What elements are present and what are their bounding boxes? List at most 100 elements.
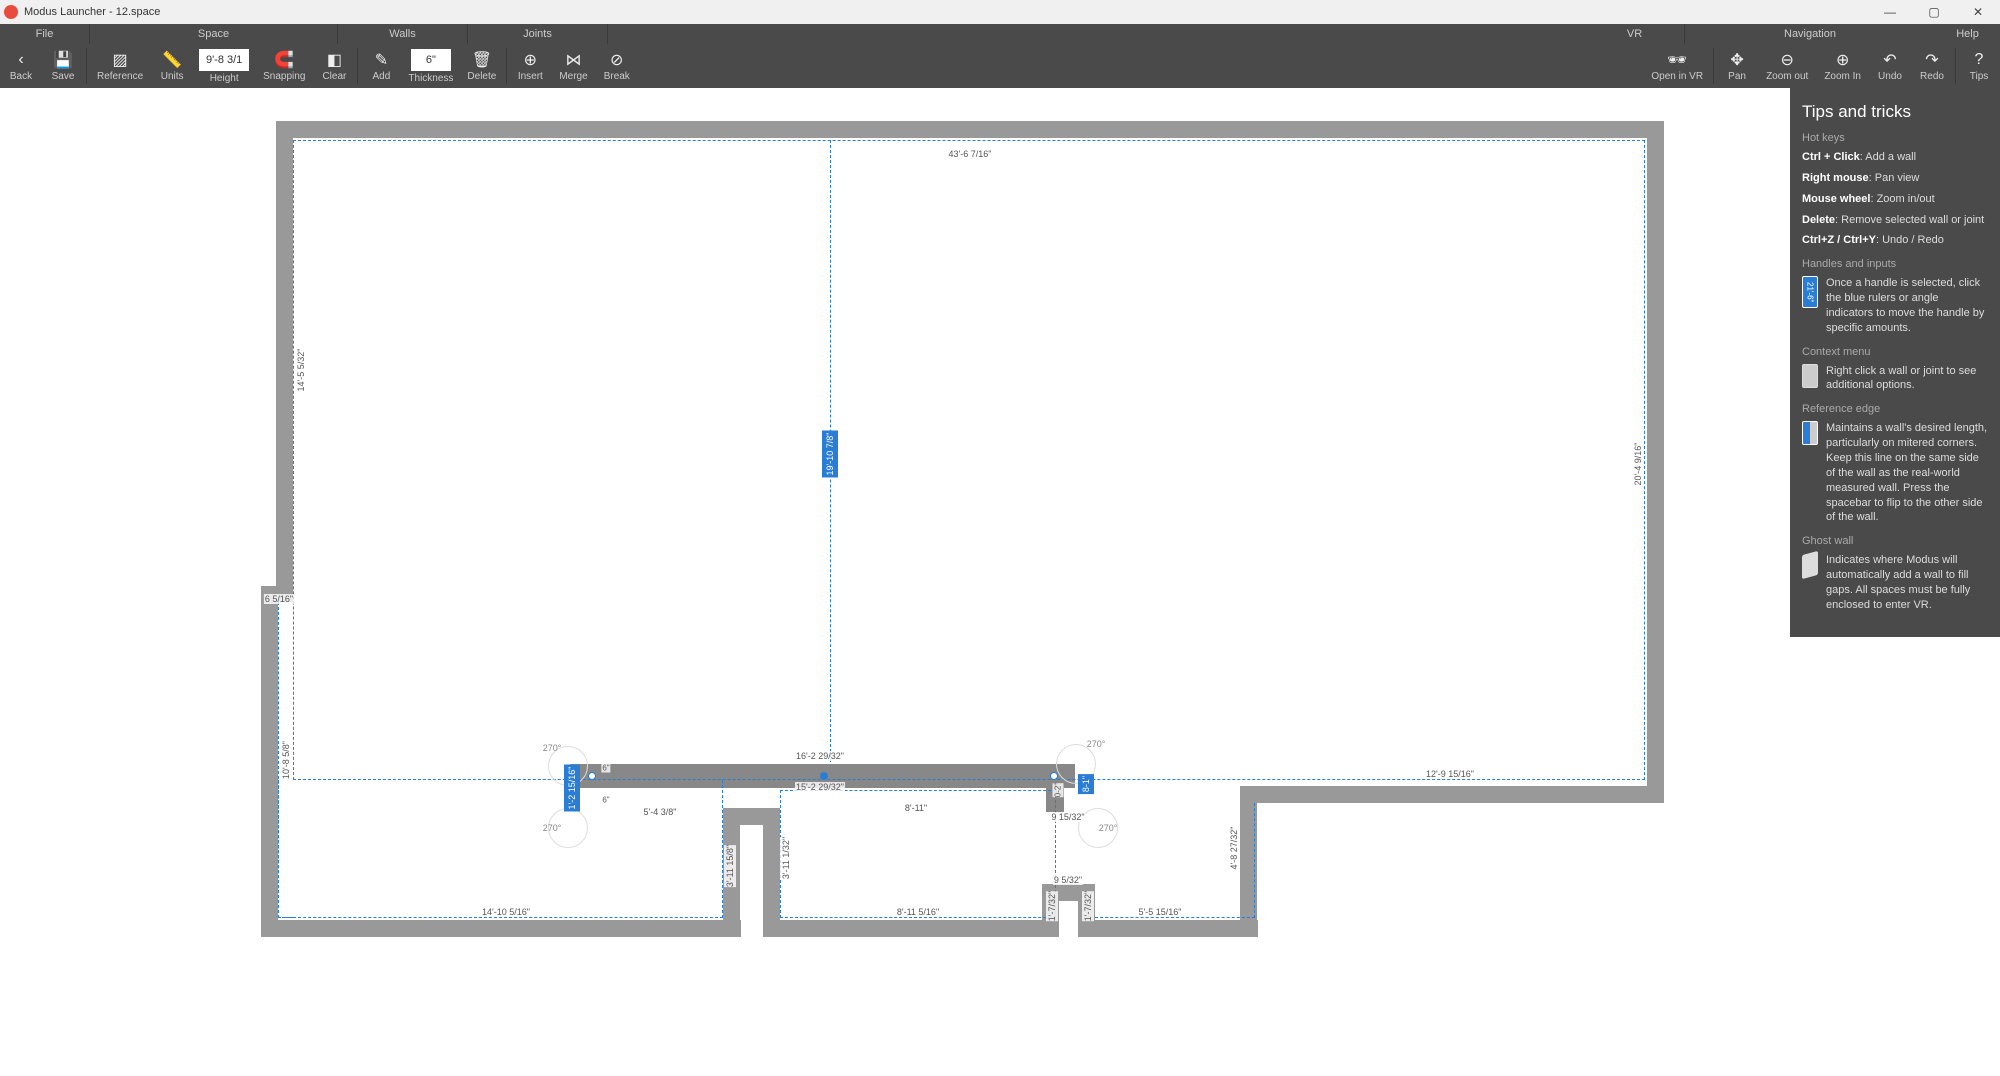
dim-int-left[interactable]: 5'-4 3/8" (643, 807, 678, 817)
wall-right[interactable] (1647, 121, 1664, 803)
handles-row: 21'-6" Once a handle is selected, click … (1802, 276, 1988, 335)
close-button[interactable]: ✕ (1956, 0, 2000, 24)
wall-bottom-right[interactable] (1240, 786, 1664, 803)
redo-icon: ↷ (1925, 50, 1938, 70)
wall-col-mid[interactable] (763, 808, 780, 937)
clear-button[interactable]: ◧Clear (313, 44, 355, 88)
dim-r-step[interactable]: 9 5/32" (1053, 875, 1083, 885)
height-field[interactable]: Height (193, 49, 255, 84)
zoom-in-button[interactable]: ⊕Zoom In (1816, 44, 1869, 88)
handles-heading: Handles and inputs (1802, 258, 1988, 270)
hotkey-delete: Delete: Remove selected wall or joint (1802, 213, 1988, 228)
dim-a2[interactable]: 0-2" (1053, 783, 1064, 797)
dim-bot-l[interactable]: 14'-10 5/16" (481, 907, 531, 917)
dim-int-top[interactable]: 16'-2 29/32" (795, 751, 845, 761)
wall-left-upper[interactable] (276, 121, 293, 600)
back-button[interactable]: ‹Back (0, 44, 42, 88)
hotkey-zoom: Mouse wheel: Zoom in/out (1802, 192, 1988, 207)
dim-int-mid[interactable]: 8'-11" (904, 803, 928, 813)
dim-sel-r[interactable]: 8-1" (1078, 774, 1094, 794)
context-thumb-icon (1802, 364, 1818, 388)
dim-colR[interactable]: 4'-8 27/32" (1228, 827, 1240, 870)
handle-start[interactable] (588, 772, 596, 780)
hotkey-undo: Ctrl+Z / Ctrl+Y: Undo / Redo (1802, 233, 1988, 248)
zoom-out-button[interactable]: ⊖Zoom out (1758, 44, 1816, 88)
wall-bottom-mid2[interactable] (1078, 920, 1258, 937)
menu-space: Space (90, 24, 338, 44)
pencil-icon: ✎ (375, 50, 388, 70)
dim-right[interactable]: 20'-4 9/16" (1632, 443, 1644, 486)
zoom-out-icon: ⊖ (1780, 50, 1793, 70)
window-title: Modus Launcher - 12.space (24, 6, 160, 18)
thickness-field[interactable]: Thickness (402, 49, 459, 84)
ruler-room-bl[interactable] (278, 780, 723, 918)
dim-colM[interactable]: 3'-11 1/32" (780, 837, 792, 879)
dim-top[interactable]: 43'-6 7/16" (948, 149, 993, 159)
wall-left-lower[interactable] (261, 586, 278, 936)
thickness-input[interactable] (411, 49, 451, 71)
dim-bot-r[interactable]: 5'-5 15/16" (1138, 907, 1183, 917)
zoom-in-icon: ⊕ (1836, 50, 1849, 70)
menubar: File Space Walls Joints VR Navigation He… (0, 24, 2000, 44)
wall-bottom-mid[interactable] (763, 920, 1058, 937)
tips-button[interactable]: ?Tips (1958, 44, 2000, 88)
delete-button[interactable]: 🗑Delete (459, 44, 504, 88)
minimize-button[interactable]: — (1868, 0, 1912, 24)
break-icon: ⊘ (610, 50, 623, 70)
dim-left-jog[interactable]: 6 5/16" (264, 594, 294, 604)
vr-icon: 🕶 (1667, 50, 1687, 70)
handle-mid[interactable] (820, 772, 828, 780)
handle-end[interactable] (1050, 772, 1058, 780)
dim-int-below[interactable]: 15'-2 29/32" (795, 782, 845, 792)
angle-br: 270° (1099, 823, 1118, 833)
snapping-button[interactable]: 🧲Snapping (255, 44, 313, 88)
ghost-row: Indicates where Modus will automatically… (1802, 553, 1988, 612)
undo-button[interactable]: ↶Undo (1869, 44, 1911, 88)
reference-text: Maintains a wall's desired length, parti… (1826, 421, 1988, 525)
dim-left-lower[interactable]: 10'-8 5/8" (280, 741, 292, 779)
ghost-heading: Ghost wall (1802, 535, 1988, 547)
dim-doorL[interactable]: 1'-7/32" (1046, 891, 1058, 921)
dim-left-upper[interactable]: 14'-5 5/32" (295, 349, 307, 392)
dim-sel-h[interactable]: 1'-2 15/16" (564, 765, 580, 812)
ruler-outer[interactable] (293, 140, 1645, 780)
dim-tiny6b[interactable]: 6" (601, 796, 610, 805)
ghost-text: Indicates where Modus will automatically… (1826, 553, 1988, 612)
context-heading: Context menu (1802, 346, 1988, 358)
redo-button[interactable]: ↷Redo (1911, 44, 1953, 88)
merge-icon: ⋈ (566, 50, 582, 70)
dim-int-far-right[interactable]: 12'-9 15/16" (1425, 769, 1475, 779)
menu-nav: Navigation (1685, 24, 1935, 44)
pan-button[interactable]: ✥Pan (1716, 44, 1758, 88)
reference-icon: ▨ (113, 50, 128, 70)
dim-r-small[interactable]: 9 15/32" (1050, 812, 1085, 822)
wall-top[interactable] (276, 121, 1664, 138)
dim-center-v[interactable]: 19'-10 7/8" (822, 431, 838, 478)
dim-bot-m[interactable]: 8'-11 5/16" (896, 907, 940, 917)
dim-doorR[interactable]: 1'-7/32" (1082, 891, 1094, 921)
undo-icon: ↶ (1883, 50, 1896, 70)
menu-joints: Joints (468, 24, 608, 44)
break-button[interactable]: ⊘Break (596, 44, 638, 88)
handles-text: Once a handle is selected, click the blu… (1826, 276, 1988, 335)
reference-button[interactable]: ▨Reference (89, 44, 151, 88)
add-button[interactable]: ✎Add (360, 44, 402, 88)
ghost-thumb-icon (1802, 551, 1818, 579)
maximize-button[interactable]: ▢ (1912, 0, 1956, 24)
dim-colL[interactable]: 3'-11 15/8" (724, 845, 736, 887)
insert-button[interactable]: ⊕Insert (509, 44, 551, 88)
height-input[interactable] (199, 49, 249, 71)
floorplan-canvas[interactable]: 43'-6 7/16" 14'-5 5/32" 6 5/16" 10'-8 5/… (0, 88, 2000, 1076)
menu-help: Help (1935, 24, 2000, 44)
wall-bottom-left[interactable] (261, 920, 741, 937)
dim-tiny6a[interactable]: 6" (601, 764, 610, 773)
context-row: Right click a wall or joint to see addit… (1802, 364, 1988, 394)
angle-tl: 270° (543, 743, 562, 753)
handle-thumb-icon: 21'-6" (1802, 276, 1818, 308)
units-button[interactable]: 📏Units (151, 44, 193, 88)
titlebar: Modus Launcher - 12.space — ▢ ✕ (0, 0, 2000, 24)
merge-button[interactable]: ⋈Merge (551, 44, 595, 88)
open-vr-button[interactable]: 🕶Open in VR (1643, 44, 1711, 88)
back-icon: ‹ (18, 50, 23, 70)
save-button[interactable]: 💾Save (42, 44, 84, 88)
